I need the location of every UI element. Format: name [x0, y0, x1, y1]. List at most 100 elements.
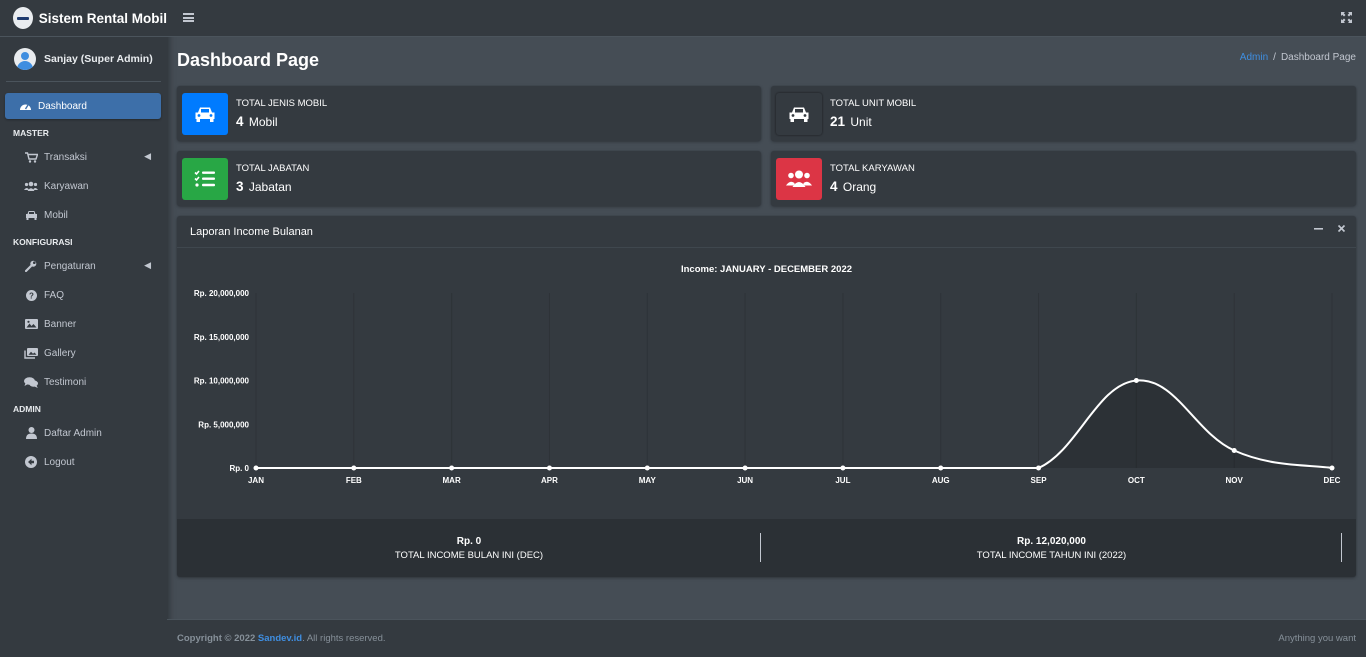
stat-month: Rp. 0 TOTAL INCOME BULAN INI (DEC)	[177, 519, 761, 577]
footer-company-link[interactable]: Sandev.id	[258, 633, 302, 644]
x-tick-label: JAN	[248, 476, 264, 485]
data-point	[1329, 465, 1335, 471]
sidebar-item-dashboard[interactable]: Dashboard	[5, 93, 161, 119]
data-point	[351, 465, 357, 471]
data-point	[253, 465, 259, 471]
tachometer-icon	[18, 100, 32, 112]
brand-link[interactable]: Sistem Rental Mobil	[0, 0, 167, 37]
top-navbar	[167, 0, 1366, 37]
svg-text:?: ?	[29, 291, 34, 300]
sidebar-nav: Dashboard MASTER Transaksi ◀ Karyawan Mo…	[0, 93, 167, 475]
sidebar-item-pengaturan[interactable]: Pengaturan ◀	[5, 253, 161, 279]
footer-copyright: Copyright © 2022 Sandev.id. All rights r…	[177, 633, 386, 644]
stat-year-label: TOTAL INCOME TAHUN INI (2022)	[976, 549, 1127, 561]
data-point	[1133, 378, 1139, 383]
info-box-number: 21	[830, 114, 846, 129]
data-point	[546, 465, 552, 471]
breadcrumb: Admin / Dashboard Page	[1240, 52, 1356, 63]
x-tick-label: FEB	[346, 476, 362, 485]
sidebar-item-label: Logout	[44, 456, 75, 468]
breadcrumb-current: Dashboard Page	[1280, 52, 1356, 63]
sidebar-item-transaksi[interactable]: Transaksi ◀	[5, 144, 161, 170]
comments-icon	[24, 376, 38, 388]
sidebar-item-label: Mobil	[44, 209, 68, 221]
sidebar-item-label: Testimoni	[44, 376, 87, 388]
info-box-unit: Jabatan	[248, 180, 292, 194]
sidebar-item-label: Karyawan	[44, 180, 89, 192]
nav-header-master: MASTER	[13, 128, 49, 138]
data-point	[938, 465, 944, 471]
y-tick-label: Rp. 0	[229, 464, 249, 473]
info-box-karyawan: TOTAL KARYAWAN 4 Orang	[771, 151, 1356, 206]
sidebar-item-label: Banner	[44, 318, 77, 330]
question-circle-icon: ?	[24, 289, 38, 301]
x-tick-label: OCT	[1128, 476, 1145, 485]
minimize-icon[interactable]	[1314, 224, 1323, 236]
page-footer: Copyright © 2022 Sandev.id. All rights r…	[167, 619, 1366, 657]
y-tick-label: Rp. 10,000,000	[194, 377, 250, 386]
x-tick-label: JUL	[835, 476, 850, 485]
stat-year-value: Rp. 12,020,000	[1017, 535, 1086, 547]
stat-month-value: Rp. 0	[456, 535, 482, 547]
x-tick-label: MAR	[443, 476, 461, 485]
info-box-number: 4	[830, 179, 838, 194]
fullscreen-icon[interactable]	[1341, 12, 1352, 23]
menu-toggle-icon[interactable]	[183, 13, 194, 22]
stat-year: Rp. 12,020,000 TOTAL INCOME TAHUN INI (2…	[761, 519, 1342, 577]
stat-month-label: TOTAL INCOME BULAN INI (DEC)	[394, 549, 544, 561]
page-title: Dashboard Page	[177, 50, 320, 70]
breadcrumb-separator: /	[1273, 52, 1276, 63]
sidebar-item-label: Pengaturan	[44, 260, 96, 272]
rights-text: . All rights reserved.	[302, 633, 386, 644]
x-tick-label: MAY	[639, 476, 657, 485]
brand-title: Sistem Rental Mobil	[38, 10, 167, 26]
car-icon	[776, 92, 822, 135]
sidebar-item-faq[interactable]: ? FAQ	[5, 282, 161, 308]
card-header: Laporan Income Bulanan	[177, 216, 1356, 248]
card-tools	[1314, 224, 1346, 236]
info-box-unit: Orang	[842, 180, 877, 194]
sidebar-item-daftar-admin[interactable]: Daftar Admin	[5, 420, 161, 446]
data-point	[742, 465, 748, 471]
sidebar-item-karyawan[interactable]: Karyawan	[5, 173, 161, 199]
y-tick-label: Rp. 20,000,000	[194, 289, 250, 298]
chevron-left-icon: ◀	[144, 260, 151, 270]
info-box-jenis-mobil: TOTAL JENIS MOBIL 4 Mobil	[177, 86, 761, 141]
sidebar-item-mobil[interactable]: Mobil	[5, 202, 161, 228]
sidebar-item-gallery[interactable]: Gallery	[5, 340, 161, 366]
nav-header-konfigurasi: KONFIGURASI	[13, 237, 73, 247]
users-icon	[24, 180, 38, 192]
sidebar-item-logout[interactable]: Logout	[5, 449, 161, 475]
data-point	[644, 465, 650, 471]
sidebar-item-banner[interactable]: Banner	[5, 311, 161, 337]
x-tick-label: DEC	[1324, 476, 1341, 485]
sidebar-item-label: Dashboard	[38, 100, 87, 112]
brand-logo	[13, 7, 33, 29]
info-box-jabatan: TOTAL JABATAN 3 Jabatan	[177, 151, 761, 206]
x-tick-label: NOV	[1226, 476, 1244, 485]
info-box-label: TOTAL KARYAWAN	[830, 163, 915, 174]
info-box-number: 4	[236, 114, 244, 129]
cart-icon	[24, 151, 38, 163]
user-panel[interactable]: Sanjay (Super Admin)	[6, 37, 161, 82]
info-box-unit-mobil: TOTAL UNIT MOBIL 21 Unit	[771, 86, 1356, 141]
tasks-icon	[182, 157, 228, 200]
breadcrumb-link-admin[interactable]: Admin	[1240, 52, 1268, 63]
info-box-label: TOTAL UNIT MOBIL	[830, 98, 917, 109]
data-point	[449, 465, 455, 471]
avatar	[14, 48, 36, 70]
sidebar-item-testimoni[interactable]: Testimoni	[5, 369, 161, 395]
images-icon	[24, 347, 38, 359]
sidebar: Sistem Rental Mobil Sanjay (Super Admin)…	[0, 0, 167, 657]
arrow-circle-left-icon	[24, 456, 38, 468]
card-footer: Rp. 0 TOTAL INCOME BULAN INI (DEC) Rp. 1…	[177, 519, 1356, 577]
info-box-unit: Mobil	[248, 115, 278, 129]
wrench-icon	[24, 260, 38, 272]
stat-divider	[1341, 533, 1342, 562]
data-point	[840, 465, 846, 471]
nav-header-admin: ADMIN	[13, 404, 41, 414]
info-box-unit: Unit	[850, 115, 872, 129]
income-line-chart: Rp. 0 Rp. 5,000,000 Rp. 10,000,000 Rp. 15,0…	[194, 289, 1341, 485]
sidebar-item-label: FAQ	[44, 289, 65, 301]
close-icon[interactable]	[1337, 224, 1346, 236]
